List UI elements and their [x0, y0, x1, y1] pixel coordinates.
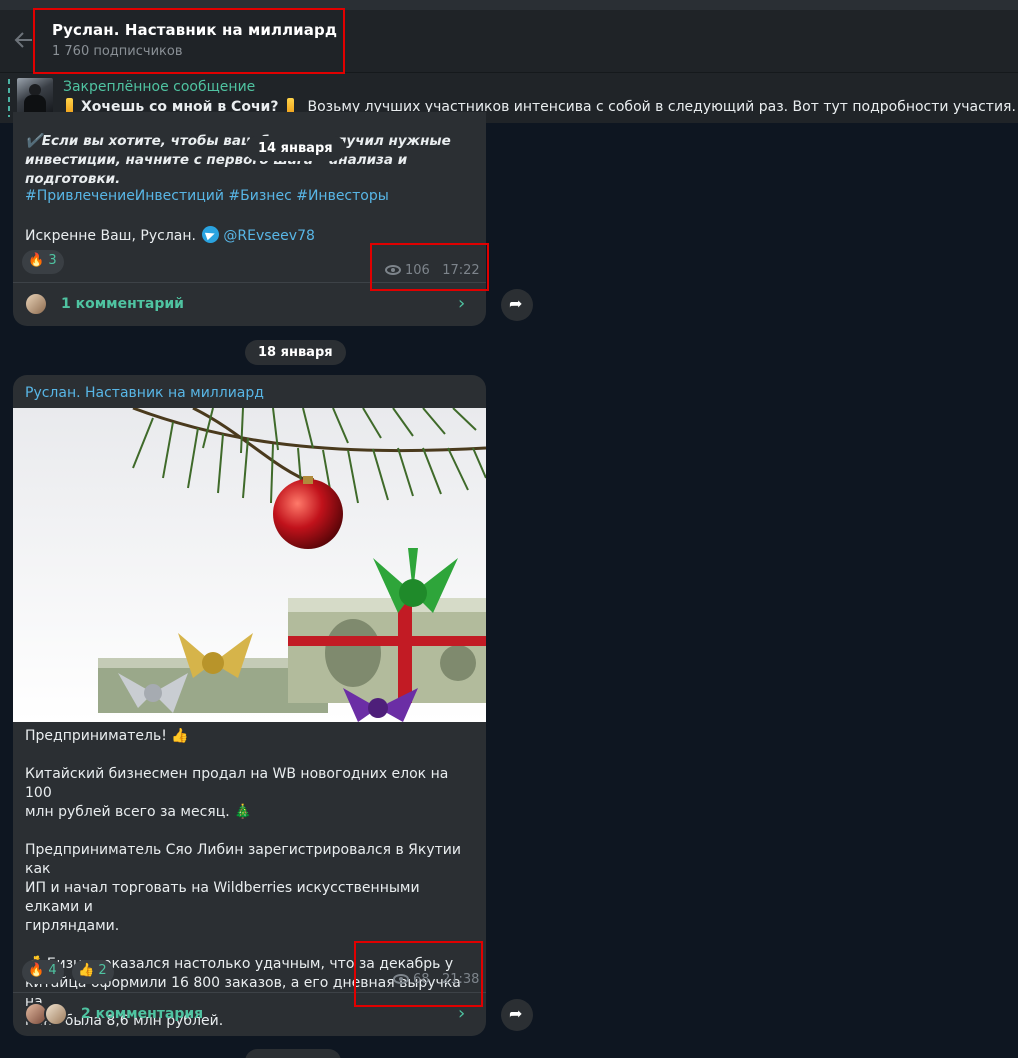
- date-pill: 18 января: [245, 340, 346, 365]
- signature: Искренне Ваш, Руслан. @REvseev78: [25, 226, 315, 244]
- pinned-thumbnail: [17, 78, 53, 114]
- username-link[interactable]: @REvseev78: [223, 228, 314, 244]
- divider: [13, 992, 486, 993]
- subscriber-count: 1 760 подписчиков: [52, 44, 183, 59]
- message-bubble[interactable]: Руслан. Наставник на миллиард Предприним…: [13, 375, 486, 1036]
- message-meta: 68 21:38: [393, 972, 479, 987]
- eye-icon: [385, 265, 401, 275]
- avatar: [44, 1002, 68, 1026]
- hashtags[interactable]: #ПривлечениеИнвестиций #Бизнес #Инвестор…: [25, 188, 389, 204]
- reaction-fire[interactable]: 🔥 3: [22, 250, 64, 274]
- reaction-thumbs-up[interactable]: 👍 2: [72, 960, 114, 984]
- share-icon[interactable]: [501, 999, 533, 1031]
- eye-icon: [393, 974, 409, 984]
- chevron-right-icon[interactable]: ›: [458, 1003, 465, 1024]
- comments-link[interactable]: 2 комментария: [81, 1006, 203, 1022]
- date-pill: 14 января: [245, 136, 346, 161]
- pinned-title: Закреплённое сообщение: [63, 79, 256, 95]
- telegram-icon: [202, 226, 220, 243]
- reaction-fire[interactable]: 🔥 4: [22, 960, 64, 984]
- chat-header[interactable]: Руслан. Наставник на миллиард 1 760 подп…: [0, 10, 1018, 72]
- post-photo[interactable]: [13, 408, 486, 722]
- comments-link[interactable]: 1 комментарий: [61, 296, 184, 312]
- chevron-right-icon[interactable]: ›: [458, 293, 465, 314]
- message-meta: 106 17:22: [385, 263, 480, 278]
- window-top-strip: [0, 0, 1018, 10]
- back-arrow-icon[interactable]: [12, 29, 34, 51]
- date-pill: [245, 1049, 341, 1058]
- divider: [13, 282, 486, 283]
- channel-title[interactable]: Руслан. Наставник на миллиард: [52, 21, 337, 39]
- share-icon[interactable]: [501, 289, 533, 321]
- pinned-indicator: [8, 79, 10, 117]
- sender-name[interactable]: Руслан. Наставник на миллиард: [25, 385, 264, 401]
- avatar: [24, 292, 48, 316]
